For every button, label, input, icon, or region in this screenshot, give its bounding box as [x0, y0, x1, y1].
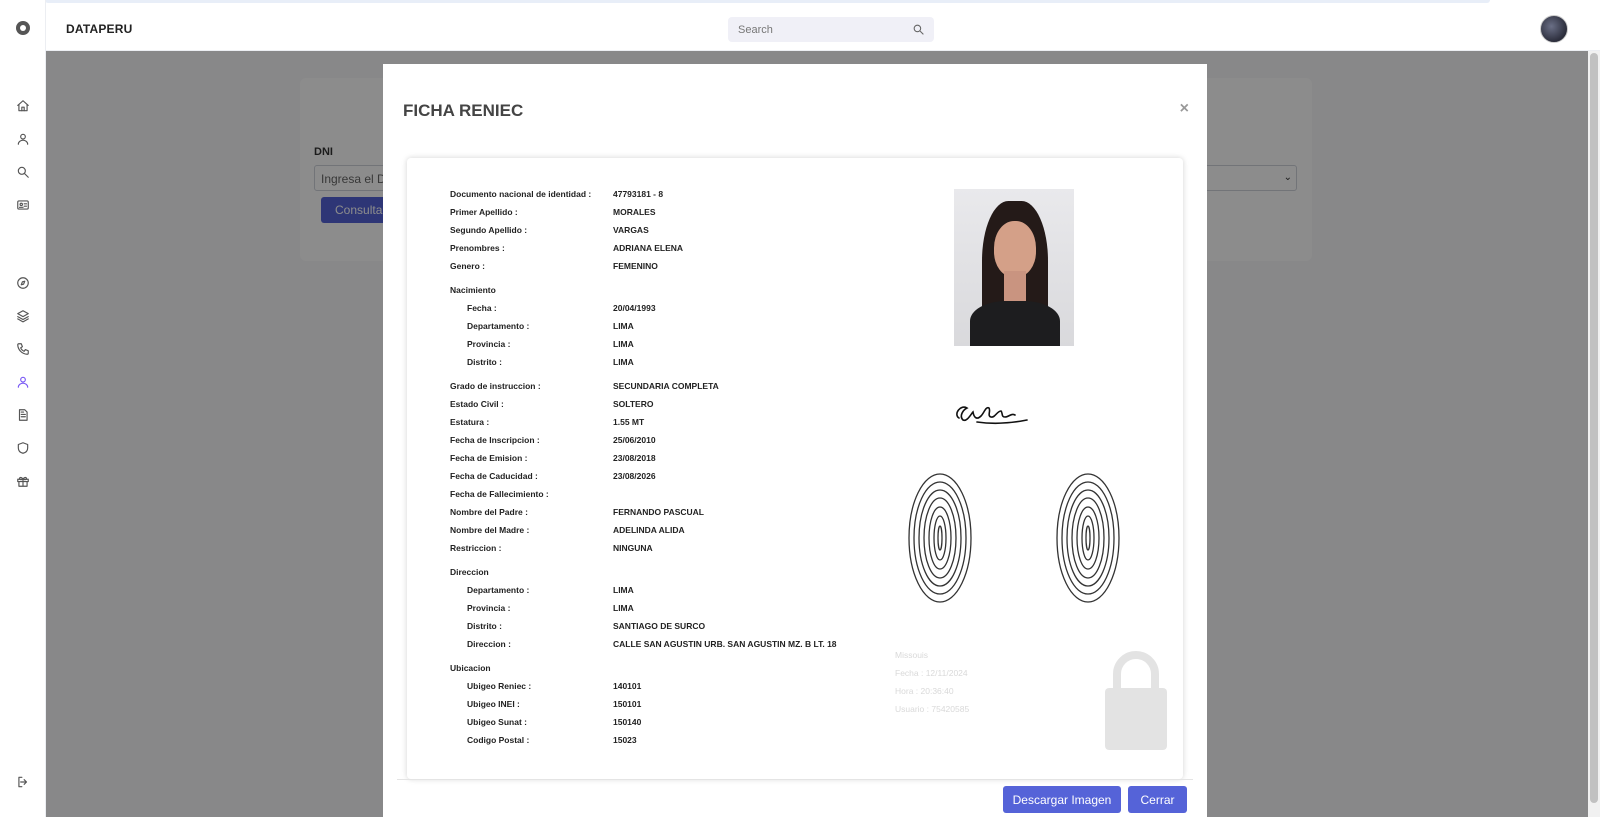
field-label: Fecha : [467, 303, 497, 313]
home-icon[interactable] [14, 97, 32, 115]
ficha-document: Documento nacional de identidad : 4779318… [407, 158, 1183, 779]
section-heading: Direccion [450, 567, 489, 577]
field-label: Estatura : [450, 417, 490, 427]
field-value: NINGUNA [613, 543, 653, 553]
watermark-line: Usuario : 75420585 [895, 704, 970, 714]
field-value: VARGAS [613, 225, 649, 235]
field-label: Fecha de Emision : [450, 453, 528, 463]
download-image-button[interactable]: Descargar Imagen [1003, 786, 1121, 813]
close-button[interactable]: Cerrar [1128, 786, 1187, 813]
brand-name: DATAPERU [66, 22, 133, 36]
field-value: LIMA [613, 339, 634, 349]
search-icon[interactable] [912, 23, 925, 36]
field-label: Prenombres : [450, 243, 505, 253]
fingerprint-right-image [1056, 473, 1120, 603]
field-label: Ubigeo Sunat : [467, 717, 527, 727]
compass-icon[interactable] [14, 274, 32, 292]
top-header: DATAPERU [46, 3, 1600, 51]
section-heading: Nacimiento [450, 285, 496, 295]
field-value: SOLTERO [613, 399, 654, 409]
field-label: Provincia : [467, 339, 511, 349]
field-label: Departamento : [467, 321, 530, 331]
search-box[interactable] [728, 17, 934, 42]
field-label: Estado Civil : [450, 399, 504, 409]
user-active-icon[interactable] [14, 373, 32, 391]
signature-image [956, 406, 1028, 425]
field-value: ADELINDA ALIDA [613, 525, 685, 535]
layers-icon[interactable] [14, 307, 32, 325]
field-label: Fecha de Inscripcion : [450, 435, 540, 445]
field-value: 150101 [613, 699, 642, 709]
document-icon[interactable] [14, 406, 32, 424]
field-label: Nombre del Madre : [450, 525, 530, 535]
field-value: CALLE SAN AGUSTIN URB. SAN AGUSTIN MZ. B… [613, 639, 837, 649]
app-logo-icon[interactable] [16, 21, 30, 35]
search-input[interactable] [728, 17, 898, 42]
watermark-text: Missouis Fecha : 12/11/2024 Hora : 20:36… [895, 646, 969, 718]
field-value: ADRIANA ELENA [613, 243, 684, 253]
search-icon[interactable] [14, 163, 32, 181]
field-value: FEMENINO [613, 261, 658, 271]
field-value: LIMA [613, 321, 634, 331]
field-value: SECUNDARIA COMPLETA [613, 381, 719, 391]
watermark-line: Fecha : 12/11/2024 [895, 668, 968, 678]
field-value: 47793181 - 8 [613, 189, 664, 199]
field-value: 1.55 MT [613, 417, 645, 427]
phone-icon[interactable] [14, 340, 32, 358]
scrollbar-thumb[interactable] [1590, 53, 1598, 803]
field-label: Nombre del Padre : [450, 507, 528, 517]
field-value: FERNANDO PASCUAL [613, 507, 704, 517]
field-value: 20/04/1993 [613, 303, 656, 313]
lock-fingerprint-watermark-icon [1105, 651, 1167, 750]
close-icon[interactable]: × [1180, 100, 1189, 118]
field-value: SANTIAGO DE SURCO [613, 621, 706, 631]
field-label: Direccion : [467, 639, 511, 649]
field-label: Genero : [450, 261, 485, 271]
field-label: Provincia : [467, 603, 511, 613]
field-label: Restriccion : [450, 543, 502, 553]
field-value: 23/08/2018 [613, 453, 656, 463]
field-value: 150140 [613, 717, 642, 727]
field-label: Ubigeo Reniec : [467, 681, 532, 691]
ficha-reniec-modal: FICHA RENIEC × Documento nacional de ide… [383, 64, 1207, 817]
field-value: LIMA [613, 585, 634, 595]
logout-icon[interactable] [14, 773, 32, 791]
id-card-icon[interactable] [14, 196, 32, 214]
field-value: 15023 [613, 735, 637, 745]
field-label: Distrito : [467, 357, 502, 367]
watermark-line: Missouis [895, 650, 929, 660]
field-value: 23/08/2026 [613, 471, 656, 481]
shield-icon[interactable] [14, 439, 32, 457]
watermark-line: Hora : 20:36:40 [895, 686, 954, 696]
field-value: 140101 [613, 681, 642, 691]
user-icon[interactable] [14, 130, 32, 148]
field-label: Codigo Postal : [467, 735, 530, 745]
modal-title: FICHA RENIEC [403, 101, 524, 120]
field-value: 25/06/2010 [613, 435, 656, 445]
field-value: LIMA [613, 603, 634, 613]
field-label: Segundo Apellido : [450, 225, 528, 235]
gift-icon[interactable] [14, 472, 32, 490]
field-label: Primer Apellido : [450, 207, 518, 217]
id-photo [954, 189, 1074, 346]
page-scrollbar[interactable] [1588, 51, 1600, 817]
avatar[interactable] [1540, 15, 1568, 43]
field-label: Departamento : [467, 585, 530, 595]
modal-footer-divider [397, 779, 1193, 780]
field-label: Distrito : [467, 621, 502, 631]
field-label: Ubigeo INEI : [467, 699, 520, 709]
sidebar [0, 0, 46, 817]
section-heading: Ubicacion [450, 663, 491, 673]
field-value: MORALES [613, 207, 656, 217]
field-label: Grado de instruccion : [450, 381, 541, 391]
field-label: Fecha de Caducidad : [450, 471, 538, 481]
field-label: Fecha de Fallecimiento : [450, 489, 549, 499]
field-label: Documento nacional de identidad : [450, 189, 592, 199]
fingerprint-left-image [908, 473, 972, 603]
field-value: LIMA [613, 357, 634, 367]
